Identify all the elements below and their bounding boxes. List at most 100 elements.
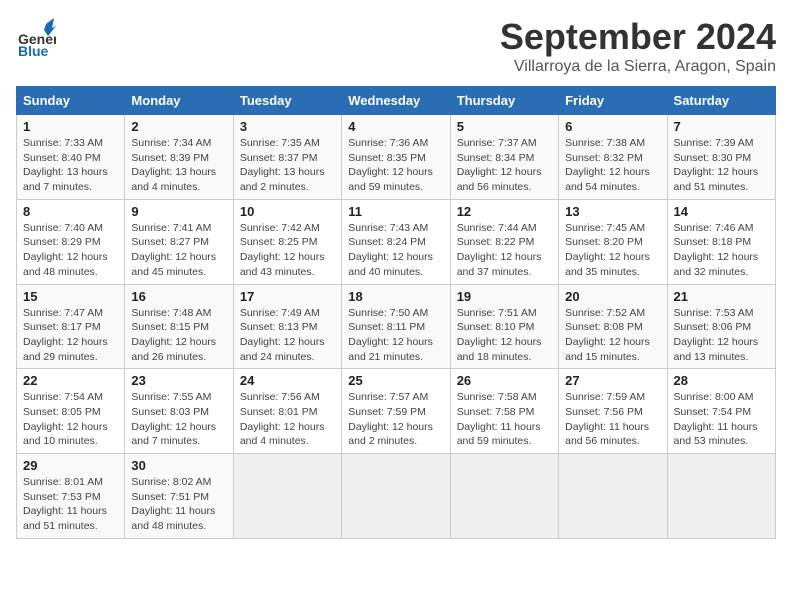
calendar-cell: 12Sunrise: 7:44 AMSunset: 8:22 PMDayligh…: [450, 199, 558, 284]
calendar-cell: 27 Sunrise: 7:59 AMSunset: 7:56 PMDayligh…: [559, 369, 667, 454]
calendar-cell: [559, 454, 667, 539]
day-number: 13: [565, 204, 660, 219]
day-number: 6: [565, 119, 660, 134]
day-detail: Sunrise: 7:58 AMSunset: 7:58 PMDaylight:…: [457, 390, 552, 449]
calendar-cell: 5 Sunrise: 7:37 AMSunset: 8:34 PMDaylight…: [450, 115, 558, 200]
day-number: 12: [457, 204, 552, 219]
calendar-cell: 20 Sunrise: 7:52 AMSunset: 8:08 PMDayligh…: [559, 284, 667, 369]
calendar-cell: 16Sunrise: 7:48 AMSunset: 8:15 PMDayligh…: [125, 284, 233, 369]
column-header-wednesday: Wednesday: [342, 87, 450, 115]
day-detail: Sunrise: 7:39 AMSunset: 8:30 PMDaylight:…: [674, 136, 769, 195]
column-header-sunday: Sunday: [17, 87, 125, 115]
calendar-cell: 3 Sunrise: 7:35 AMSunset: 8:37 PMDaylight…: [233, 115, 341, 200]
page-header: General Blue September 2024 Villarroya d…: [16, 16, 776, 76]
day-detail: Sunrise: 8:00 AMSunset: 7:54 PMDaylight:…: [674, 390, 769, 449]
day-detail: Sunrise: 7:57 AMSunset: 7:59 PMDaylight:…: [348, 390, 443, 449]
title-block: September 2024 Villarroya de la Sierra, …: [500, 16, 776, 76]
day-number: 19: [457, 289, 552, 304]
calendar-cell: 19 Sunrise: 7:51 AMSunset: 8:10 PMDayligh…: [450, 284, 558, 369]
day-detail: Sunrise: 7:49 AMSunset: 8:13 PMDaylight:…: [240, 306, 335, 365]
day-number: 3: [240, 119, 335, 134]
calendar-cell: 9 Sunrise: 7:41 AMSunset: 8:27 PMDaylight…: [125, 199, 233, 284]
day-detail: Sunrise: 7:35 AMSunset: 8:37 PMDaylight:…: [240, 136, 335, 195]
day-number: 9: [131, 204, 226, 219]
calendar-cell: [667, 454, 775, 539]
day-number: 14: [674, 204, 769, 219]
day-detail: Sunrise: 7:50 AMSunset: 8:11 PMDaylight:…: [348, 306, 443, 365]
day-number: 23: [131, 373, 226, 388]
calendar-cell: 1 Sunrise: 7:33 AMSunset: 8:40 PMDaylight…: [17, 115, 125, 200]
day-detail: Sunrise: 7:47 AMSunset: 8:17 PMDaylight:…: [23, 306, 118, 365]
day-detail: Sunrise: 7:43 AMSunset: 8:24 PMDaylight:…: [348, 221, 443, 280]
column-header-thursday: Thursday: [450, 87, 558, 115]
calendar-cell: [342, 454, 450, 539]
day-number: 27: [565, 373, 660, 388]
calendar-cell: 10 Sunrise: 7:42 AMSunset: 8:25 PMDayligh…: [233, 199, 341, 284]
day-number: 18: [348, 289, 443, 304]
calendar-cell: 17 Sunrise: 7:49 AMSunset: 8:13 PMDayligh…: [233, 284, 341, 369]
calendar-cell: 15 Sunrise: 7:47 AMSunset: 8:17 PMDayligh…: [17, 284, 125, 369]
day-number: 17: [240, 289, 335, 304]
calendar-cell: 21Sunrise: 7:53 AMSunset: 8:06 PMDayligh…: [667, 284, 775, 369]
column-header-saturday: Saturday: [667, 87, 775, 115]
day-detail: Sunrise: 7:52 AMSunset: 8:08 PMDaylight:…: [565, 306, 660, 365]
day-number: 26: [457, 373, 552, 388]
day-detail: Sunrise: 7:42 AMSunset: 8:25 PMDaylight:…: [240, 221, 335, 280]
day-number: 16: [131, 289, 226, 304]
day-number: 4: [348, 119, 443, 134]
day-detail: Sunrise: 7:33 AMSunset: 8:40 PMDaylight:…: [23, 136, 118, 195]
day-number: 1: [23, 119, 118, 134]
day-detail: Sunrise: 7:59 AMSunset: 7:56 PMDaylight:…: [565, 390, 660, 449]
calendar-week-3: 15 Sunrise: 7:47 AMSunset: 8:17 PMDayligh…: [17, 284, 776, 369]
day-detail: Sunrise: 7:53 AMSunset: 8:06 PMDaylight:…: [674, 306, 769, 365]
day-number: 11: [348, 204, 443, 219]
calendar-cell: 13Sunrise: 7:45 AMSunset: 8:20 PMDayligh…: [559, 199, 667, 284]
calendar-cell: 2 Sunrise: 7:34 AMSunset: 8:39 PMDaylight…: [125, 115, 233, 200]
logo: General Blue: [16, 16, 56, 61]
day-number: 8: [23, 204, 118, 219]
day-detail: Sunrise: 7:56 AMSunset: 8:01 PMDaylight:…: [240, 390, 335, 449]
calendar-cell: 26 Sunrise: 7:58 AMSunset: 7:58 PMDayligh…: [450, 369, 558, 454]
calendar-cell: 14 Sunrise: 7:46 AMSunset: 8:18 PMDayligh…: [667, 199, 775, 284]
calendar-cell: 22 Sunrise: 7:54 AMSunset: 8:05 PMDayligh…: [17, 369, 125, 454]
calendar-cell: 30 Sunrise: 8:02 AMSunset: 7:51 PMDayligh…: [125, 454, 233, 539]
calendar-cell: [233, 454, 341, 539]
day-detail: Sunrise: 7:51 AMSunset: 8:10 PMDaylight:…: [457, 306, 552, 365]
day-detail: Sunrise: 7:41 AMSunset: 8:27 PMDaylight:…: [131, 221, 226, 280]
svg-text:Blue: Blue: [18, 43, 49, 56]
calendar-cell: 6 Sunrise: 7:38 AMSunset: 8:32 PMDaylight…: [559, 115, 667, 200]
column-header-monday: Monday: [125, 87, 233, 115]
day-detail: Sunrise: 7:36 AMSunset: 8:35 PMDaylight:…: [348, 136, 443, 195]
calendar-cell: 23Sunrise: 7:55 AMSunset: 8:03 PMDayligh…: [125, 369, 233, 454]
calendar-table: SundayMondayTuesdayWednesdayThursdayFrid…: [16, 86, 776, 539]
day-detail: Sunrise: 8:01 AMSunset: 7:53 PMDaylight:…: [23, 475, 118, 534]
day-detail: Sunrise: 7:34 AMSunset: 8:39 PMDaylight:…: [131, 136, 226, 195]
logo-icon: General Blue: [16, 16, 56, 56]
day-detail: Sunrise: 7:38 AMSunset: 8:32 PMDaylight:…: [565, 136, 660, 195]
day-detail: Sunrise: 8:02 AMSunset: 7:51 PMDaylight:…: [131, 475, 226, 534]
day-detail: Sunrise: 7:46 AMSunset: 8:18 PMDaylight:…: [674, 221, 769, 280]
day-detail: Sunrise: 7:40 AMSunset: 8:29 PMDaylight:…: [23, 221, 118, 280]
day-number: 22: [23, 373, 118, 388]
location: Villarroya de la Sierra, Aragon, Spain: [500, 58, 776, 76]
day-number: 28: [674, 373, 769, 388]
calendar-cell: 25 Sunrise: 7:57 AMSunset: 7:59 PMDayligh…: [342, 369, 450, 454]
calendar-cell: 29Sunrise: 8:01 AMSunset: 7:53 PMDayligh…: [17, 454, 125, 539]
calendar-week-1: 1 Sunrise: 7:33 AMSunset: 8:40 PMDaylight…: [17, 115, 776, 200]
calendar-cell: 4 Sunrise: 7:36 AMSunset: 8:35 PMDaylight…: [342, 115, 450, 200]
day-number: 15: [23, 289, 118, 304]
calendar-cell: 7 Sunrise: 7:39 AMSunset: 8:30 PMDaylight…: [667, 115, 775, 200]
day-number: 5: [457, 119, 552, 134]
day-number: 7: [674, 119, 769, 134]
day-detail: Sunrise: 7:54 AMSunset: 8:05 PMDaylight:…: [23, 390, 118, 449]
calendar-cell: 11 Sunrise: 7:43 AMSunset: 8:24 PMDayligh…: [342, 199, 450, 284]
calendar-cell: [450, 454, 558, 539]
day-number: 2: [131, 119, 226, 134]
day-number: 20: [565, 289, 660, 304]
day-detail: Sunrise: 7:37 AMSunset: 8:34 PMDaylight:…: [457, 136, 552, 195]
day-number: 30: [131, 458, 226, 473]
calendar-week-2: 8 Sunrise: 7:40 AMSunset: 8:29 PMDaylight…: [17, 199, 776, 284]
calendar-cell: 24Sunrise: 7:56 AMSunset: 8:01 PMDayligh…: [233, 369, 341, 454]
day-number: 10: [240, 204, 335, 219]
day-number: 25: [348, 373, 443, 388]
